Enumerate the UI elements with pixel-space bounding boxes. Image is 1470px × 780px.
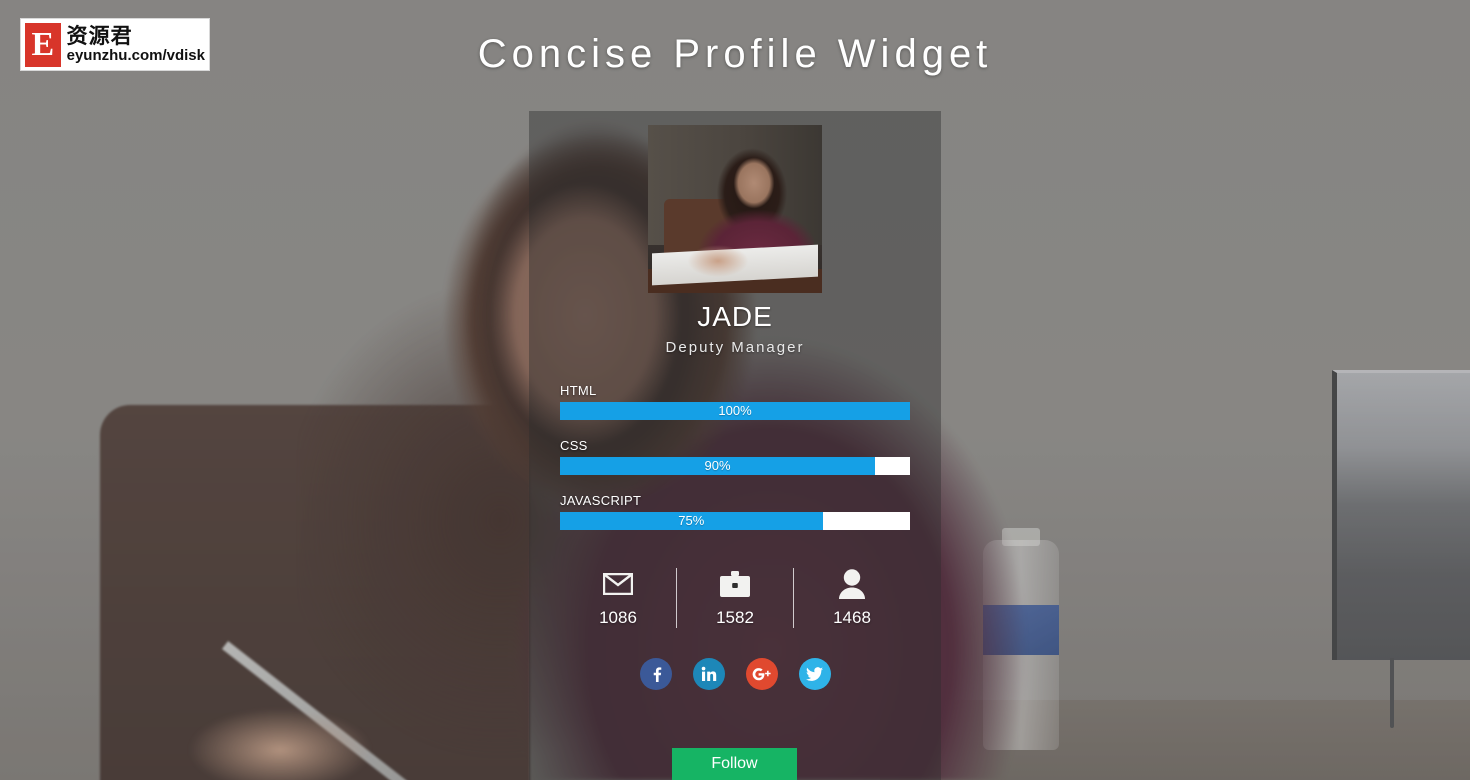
skill-label: JAVASCRIPT — [560, 493, 642, 508]
profile-name: JADE — [697, 301, 773, 332]
user-icon — [839, 568, 865, 600]
stat-value: 1582 — [716, 608, 754, 627]
skill-value-label: 90% — [704, 458, 731, 473]
facebook-icon[interactable] — [639, 658, 672, 690]
profile-role: Deputy Manager — [665, 339, 805, 356]
watermark-brand: 资源君 — [66, 24, 133, 48]
page-title: Concise Profile Widget — [477, 32, 993, 76]
profile-card: JADE Deputy Manager HTML 100% CSS 90% JAVASC… — [529, 111, 941, 780]
skill-row: JAVASCRIPT 75% — [560, 493, 910, 530]
twitter-icon[interactable] — [798, 658, 831, 690]
watermark-url: eyunzhu.com/vdisk — [66, 47, 205, 64]
skill-progress-track: 100% — [560, 402, 910, 420]
stats-row: 1086 1582 1468 — [560, 568, 910, 628]
skill-row: CSS 90% — [560, 438, 910, 475]
briefcase-icon — [720, 568, 750, 600]
skills-list: HTML 100% CSS 90% JAVASCRIPT 75% — [560, 383, 910, 548]
skill-progress-track: 90% — [560, 457, 910, 475]
stat-value: 1468 — [833, 608, 871, 627]
stat-item: 1582 — [677, 568, 793, 628]
social-links — [639, 658, 831, 690]
googleplus-icon[interactable] — [745, 658, 778, 690]
skill-value-label: 100% — [718, 403, 752, 418]
avatar — [648, 125, 822, 293]
watermark-text: 资源君 eyunzhu.com/vdisk — [67, 25, 205, 64]
stat-value: 1086 — [599, 608, 637, 627]
linkedin-icon[interactable] — [692, 658, 725, 690]
stat-item: 1086 — [560, 568, 676, 628]
watermark-badge: E 资源君 eyunzhu.com/vdisk — [20, 18, 210, 71]
skill-value-label: 75% — [678, 513, 705, 528]
skill-progress-track: 75% — [560, 512, 910, 530]
skill-label: CSS — [560, 438, 588, 453]
stat-item: 1468 — [794, 568, 910, 628]
skill-label: HTML — [560, 383, 597, 398]
envelope-icon — [603, 568, 633, 600]
watermark-logo-icon: E — [25, 22, 61, 67]
follow-button[interactable]: Follow — [672, 748, 797, 780]
avatar-arm — [682, 243, 752, 277]
skill-row: HTML 100% — [560, 383, 910, 420]
